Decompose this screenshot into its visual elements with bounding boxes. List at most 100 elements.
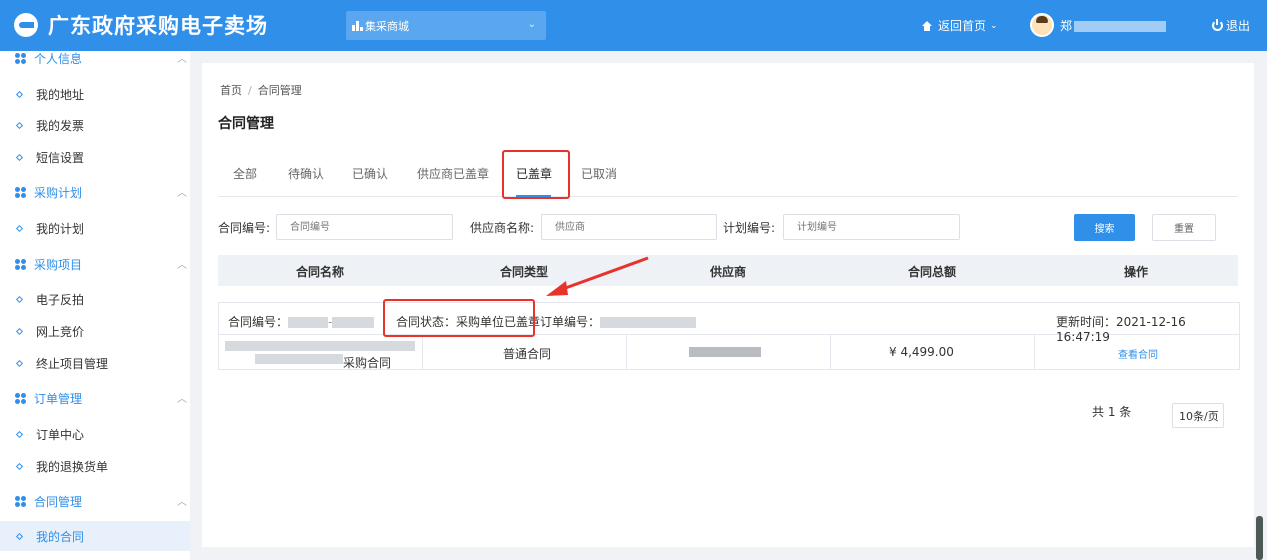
sidebar-item-label: 电子反拍 (36, 292, 85, 307)
sidebar-item-label: 我的合同 (36, 529, 85, 544)
chevron-up-icon: ︿ (177, 260, 187, 271)
contract-name-cell: 采购合同 (219, 335, 423, 370)
contract-no-meta-label: 合同编号： (228, 315, 289, 329)
diamond-icon (15, 295, 24, 304)
sidebar-group-plan[interactable]: 采购计划 ︿ (0, 181, 190, 203)
sidebar-item-terminated-projects[interactable]: 终止项目管理 (0, 348, 190, 378)
action-cell: 查看合同 (1035, 335, 1239, 369)
grid-icon (15, 496, 26, 507)
column-header: 合同总额 (907, 265, 956, 279)
mall-select[interactable]: 集采商城 ⌄ (346, 11, 546, 40)
user-menu[interactable]: 郑 (1030, 13, 1167, 37)
top-header: 广东政府采购电子卖场 集采商城 ⌄ 返回首页 ⌄ 郑 退出 (0, 0, 1267, 51)
contract-amount: ¥ 4,499.00 (889, 345, 954, 359)
filter-bar: 合同编号: 供应商名称: 计划编号: 搜索 重置 (218, 214, 1238, 241)
home-link[interactable]: 返回首页 ⌄ (922, 17, 998, 34)
grid-icon (15, 53, 26, 64)
home-icon (922, 20, 932, 31)
sidebar-item-label: 网上竞价 (36, 324, 85, 339)
table-header: 合同名称 合同类型 供应商 合同总额 操作 (218, 255, 1238, 286)
home-link-label: 返回首页 (938, 19, 987, 33)
sidebar-group-personal[interactable]: 个人信息 ︿ (0, 51, 190, 69)
sidebar-item-label: 短信设置 (36, 150, 85, 165)
site-logo[interactable]: 广东政府采购电子卖场 (14, 10, 268, 40)
sidebar-item-my-contracts[interactable]: 我的合同 (0, 521, 190, 551)
logout-button[interactable]: 退出 (1212, 17, 1250, 34)
supplier-label: 供应商名称: (470, 221, 535, 235)
user-name: 郑 (1060, 17, 1167, 34)
contract-name-suffix: 采购合同 (343, 356, 392, 370)
sidebar-group-orders[interactable]: 订单管理 ︿ (0, 387, 190, 409)
mall-select-value: 集采商城 (365, 19, 409, 33)
breadcrumb-current: 合同管理 (257, 84, 302, 97)
sidebar-group-label: 采购计划 (34, 185, 83, 200)
chevron-down-icon: ⌄ (527, 19, 536, 30)
tab-confirmed[interactable]: 已确认 (352, 165, 388, 182)
page-size-select[interactable]: 10条/页 ⌄ (1172, 403, 1224, 428)
supplier-cell (627, 335, 831, 369)
diamond-icon (15, 359, 24, 368)
diamond-icon (15, 532, 24, 541)
sidebar-item-sms[interactable]: 短信设置 (0, 142, 190, 172)
tab-all[interactable]: 全部 (233, 165, 257, 182)
column-header: 合同类型 (499, 265, 548, 279)
sidebar-item-my-plan[interactable]: 我的计划 (0, 213, 190, 243)
sidebar-group-label: 采购项目 (34, 257, 83, 272)
tab-stamped[interactable]: 已盖章 (516, 165, 552, 182)
pagination-total: 共 1 条 (1092, 405, 1132, 419)
search-button[interactable]: 搜索 (1074, 214, 1135, 241)
chevron-down-icon: ⌄ (1210, 409, 1218, 419)
diamond-icon (15, 462, 24, 471)
order-no-meta: 订单编号： (540, 313, 697, 330)
chevron-up-icon: ︿ (177, 188, 187, 199)
sidebar-item-reverse-auction[interactable]: 电子反拍 (0, 284, 190, 314)
tab-pending[interactable]: 待确认 (288, 165, 324, 182)
reset-button[interactable]: 重置 (1152, 214, 1216, 241)
amount-cell: ¥ 4,499.00 (831, 335, 1035, 369)
status-tabs: 全部 待确认 已确认 供应商已盖章 已盖章 已取消 (218, 151, 1238, 197)
column-header: 供应商 (709, 265, 746, 279)
sidebar-item-address[interactable]: 我的地址 (0, 79, 190, 109)
supplier-input[interactable] (541, 214, 717, 240)
sidebar-group-contracts[interactable]: 合同管理 ︿ (0, 490, 190, 512)
sidebar-group-label: 订单管理 (34, 391, 83, 406)
active-tab-indicator (516, 195, 551, 197)
breadcrumb: 首页 / 合同管理 (220, 82, 302, 98)
user-name-visible: 郑 (1060, 18, 1073, 33)
plan-no-input[interactable] (783, 214, 960, 240)
diamond-icon (15, 327, 24, 336)
diamond-icon (15, 90, 24, 99)
breadcrumb-home[interactable]: 首页 (220, 84, 242, 97)
logo-icon (14, 13, 38, 37)
sidebar-item-label: 订单中心 (36, 427, 85, 442)
view-contract-link[interactable]: 查看合同 (1118, 346, 1158, 361)
chevron-down-icon: ⌄ (990, 20, 998, 31)
order-card: 合同编号： - 合同状态：采购单位已盖章 订单编号： 更新时间：2021-12-1… (218, 302, 1240, 370)
power-icon (1212, 19, 1223, 31)
contract-no-input[interactable] (276, 214, 453, 240)
sidebar: 个人信息 ︿ 我的地址 我的发票 短信设置 采购计划 ︿ 我的计划 采购项目 ︿… (0, 51, 190, 560)
redacted-mask (600, 317, 697, 328)
sidebar-group-label: 个人信息 (34, 51, 83, 66)
sidebar-item-returns[interactable]: 我的退换货单 (0, 451, 190, 481)
sidebar-group-label: 合同管理 (34, 494, 83, 509)
tab-supplier-stamped[interactable]: 供应商已盖章 (417, 165, 489, 182)
tab-cancelled[interactable]: 已取消 (581, 165, 617, 182)
contract-status: 合同状态：采购单位已盖章 (396, 315, 541, 329)
contract-type: 普通合同 (503, 347, 552, 361)
sidebar-group-project[interactable]: 采购项目 ︿ (0, 253, 190, 275)
plan-no-label: 计划编号: (723, 221, 776, 235)
sidebar-item-online-bidding[interactable]: 网上竞价 (0, 316, 190, 346)
column-header: 合同名称 (295, 265, 344, 279)
sidebar-item-label: 我的地址 (36, 87, 85, 102)
redacted-mask (689, 347, 761, 357)
scrollbar-thumb[interactable] (1256, 516, 1263, 560)
sidebar-item-order-center[interactable]: 订单中心 (0, 419, 190, 449)
sidebar-item-label: 终止项目管理 (36, 356, 109, 371)
chevron-up-icon: ︿ (177, 497, 187, 508)
logout-label: 退出 (1226, 19, 1251, 33)
diamond-icon (15, 153, 24, 162)
building-icon (352, 20, 363, 31)
sidebar-item-invoice[interactable]: 我的发票 (0, 110, 190, 140)
chevron-up-icon: ︿ (177, 54, 187, 65)
